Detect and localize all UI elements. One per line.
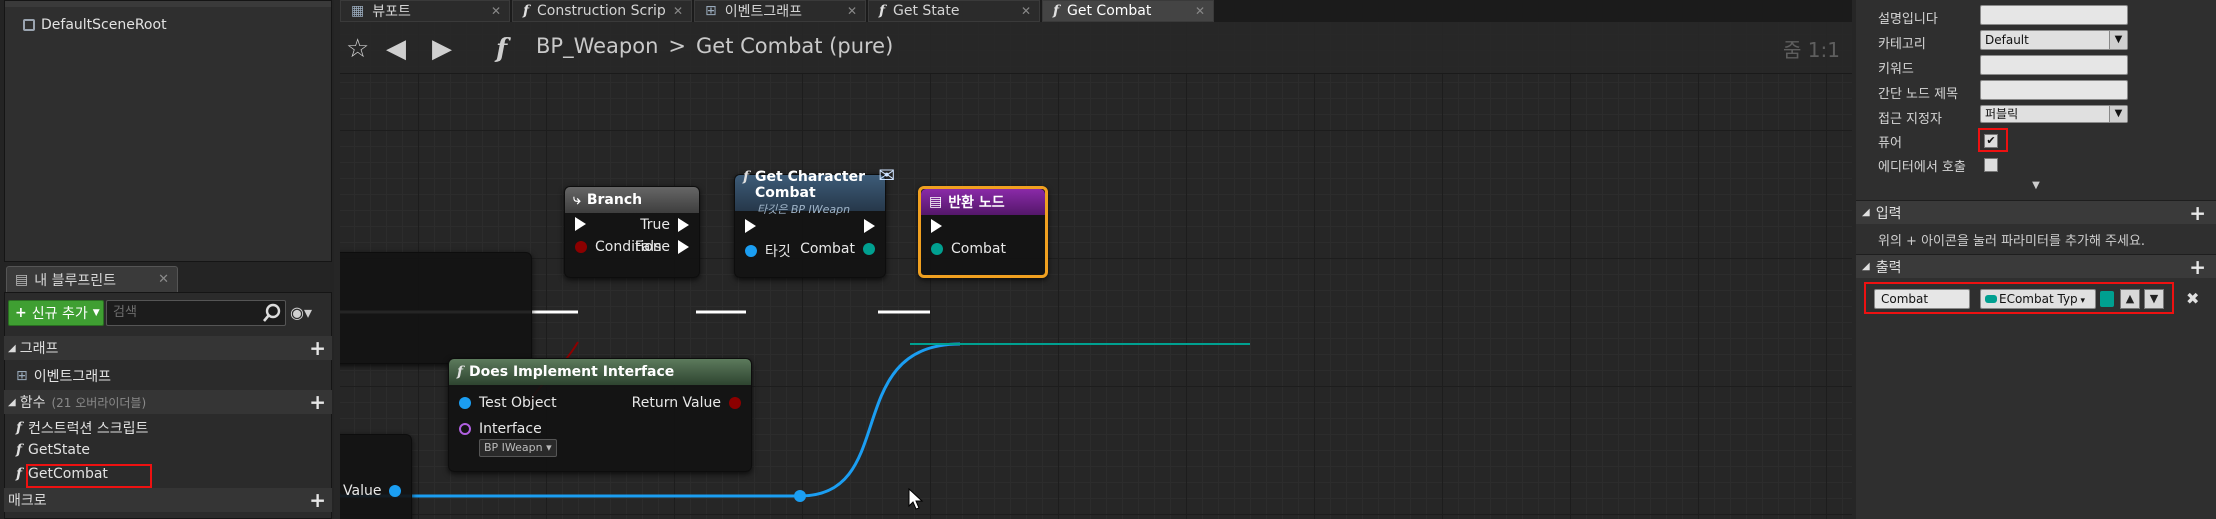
plus-icon: + (15, 305, 27, 321)
function-icon: f (457, 364, 464, 380)
return-node[interactable]: ▤ 반환 노드 Combat (918, 186, 1048, 278)
call-in-editor-checkbox[interactable] (1984, 158, 1998, 172)
false-pin[interactable] (678, 240, 689, 254)
function-icon: f (16, 442, 23, 458)
document-tab-bar: ▦ 뷰포트 ✕ f Construction Scrip ✕ ⊞ 이벤트그래프 ✕ f… (340, 0, 1852, 22)
category-select[interactable]: Default ▼ (1980, 30, 2128, 50)
reroute-node[interactable] (794, 490, 806, 502)
expand-arrow-icon[interactable]: ▼ (1856, 180, 2216, 194)
close-icon[interactable]: ✕ (158, 272, 169, 287)
viewport-icon: ▦ (351, 3, 365, 19)
add-output-icon[interactable]: + (2189, 255, 2206, 279)
add-function-icon[interactable]: + (309, 390, 326, 414)
close-icon[interactable]: ✕ (1021, 4, 1031, 18)
value-pin[interactable] (389, 485, 402, 497)
does-implement-interface-node[interactable]: f Does Implement Interface Test Object R… (448, 358, 752, 472)
component-default-scene-root[interactable]: DefaultSceneRoot (23, 17, 167, 33)
combat-in-pin[interactable] (931, 243, 943, 255)
get-character-combat-node[interactable]: f Get Character Combat 타깃은 BP IWeapn ✉ 타깃… (734, 163, 895, 278)
eye-icon[interactable]: ◉▾ (290, 303, 312, 322)
tab-construction-script[interactable]: f Construction Scrip ✕ (512, 0, 692, 22)
target-pin[interactable] (745, 245, 757, 257)
tab-get-state[interactable]: f Get State ✕ (868, 0, 1040, 22)
keywords-input[interactable] (1980, 55, 2128, 75)
remove-output-icon[interactable]: ✖ (2186, 289, 2199, 308)
function-icon: f (879, 3, 886, 19)
graph-icon: ⊞ (705, 3, 717, 19)
my-blueprint-tab[interactable]: ▤ 내 블루프린트 ✕ (6, 266, 178, 292)
graph-item-event[interactable]: ⊞ 이벤트그래프 (16, 366, 111, 386)
condition-pin[interactable] (575, 241, 587, 253)
return-node-icon: ▤ (929, 194, 943, 210)
highlight-box (1978, 128, 2008, 152)
add-graph-icon[interactable]: + (309, 336, 326, 360)
description-input[interactable] (1980, 5, 2128, 25)
exec-in-pin[interactable] (931, 219, 942, 233)
exec-out-pin[interactable] (864, 219, 875, 233)
close-icon[interactable]: ✕ (847, 4, 857, 18)
partial-node[interactable]: Value (340, 434, 412, 519)
does-implement-interface-node[interactable] (340, 252, 532, 364)
close-icon[interactable]: ✕ (673, 4, 683, 18)
test-object-pin[interactable] (459, 397, 471, 409)
collapse-icon: ◢ (1862, 207, 1870, 218)
outputs-section[interactable]: ◢ 출력 + (1856, 254, 2216, 279)
macros-section[interactable]: 매크로 + (4, 488, 332, 512)
true-pin[interactable] (678, 218, 689, 232)
mouse-cursor (908, 488, 924, 510)
tab-get-combat[interactable]: f Get Combat ✕ (1042, 0, 1214, 22)
function-icon: f (16, 466, 23, 482)
components-panel: DefaultSceneRoot (4, 0, 332, 262)
dropdown-arrow-icon: ▼ (2109, 106, 2127, 122)
function-item-getstate[interactable]: f GetState (16, 442, 90, 458)
blueprint-book-icon: ▤ (15, 271, 29, 288)
dropdown-arrow-icon: ▼ (2109, 31, 2127, 49)
function-icon: f (743, 169, 750, 185)
add-new-button[interactable]: + 신규 추가 ▼ (8, 300, 104, 326)
function-icon: f (523, 3, 530, 19)
highlight-box (26, 464, 152, 488)
graph-icon: ⊞ (16, 368, 28, 384)
tab-event-graph[interactable]: ⊞ 이벤트그래프 ✕ (694, 0, 866, 22)
search-icon[interactable] (262, 303, 282, 323)
get-character-combat-title: Get Character Combat (755, 169, 866, 201)
interface-select[interactable]: BP IWeapn ▾ (479, 439, 557, 457)
collapse-icon: ◢ (1862, 261, 1870, 272)
component-label: DefaultSceneRoot (41, 17, 167, 33)
function-icon: f (1053, 3, 1060, 19)
graphs-section[interactable]: ◢ 그래프 + (4, 336, 332, 360)
compact-node-title-input[interactable] (1980, 80, 2128, 100)
branch-icon: ⤷ (573, 192, 581, 208)
highlight-box (1864, 282, 2174, 314)
collapse-icon: ◢ (8, 342, 16, 354)
close-icon[interactable]: ✕ (491, 4, 501, 18)
add-input-icon[interactable]: + (2189, 201, 2206, 225)
combat-out-pin[interactable] (863, 243, 875, 255)
function-item-construction[interactable]: f 컨스트럭션 스크립트 (16, 418, 148, 438)
branch-title: Branch (586, 192, 643, 208)
functions-section[interactable]: ◢ 함수 (21 오버라이더블) + (4, 390, 332, 414)
exec-in-pin[interactable] (745, 219, 756, 233)
interface-pin[interactable] (459, 423, 471, 435)
chevron-down-icon: ▼ (92, 308, 100, 318)
branch-node[interactable]: ⤷ Branch True Condition False (564, 186, 700, 278)
add-macro-icon[interactable]: + (309, 488, 326, 512)
tab-viewport[interactable]: ▦ 뷰포트 ✕ (340, 0, 510, 22)
return-node-title: 반환 노드 (948, 195, 1005, 211)
search-input[interactable]: 검색 (106, 300, 286, 326)
return-value-pin[interactable] (729, 397, 741, 409)
left-panel: DefaultSceneRoot ▤ 내 블루프린트 ✕ + 신규 추가 ▼ 검… (0, 0, 334, 519)
access-specifier-select[interactable]: 퍼블릭 ▼ (1980, 105, 2128, 123)
scene-root-icon (23, 19, 35, 31)
does-implement-title: Does Implement Interface (469, 364, 675, 380)
close-icon[interactable]: ✕ (1195, 4, 1205, 18)
exec-in-pin[interactable] (575, 217, 586, 231)
details-panel: 설명입니다 카테고리 Default ▼ 키워드 간단 노드 제목 접근 지정자 … (1856, 0, 2216, 519)
my-blueprint-label: 내 블루프린트 (34, 272, 116, 289)
inputs-section[interactable]: ◢ 입력 + (1856, 200, 2216, 225)
collapse-icon: ◢ (8, 396, 16, 408)
function-icon: f (16, 420, 23, 436)
message-envelope-icon: ✉ (878, 163, 895, 187)
